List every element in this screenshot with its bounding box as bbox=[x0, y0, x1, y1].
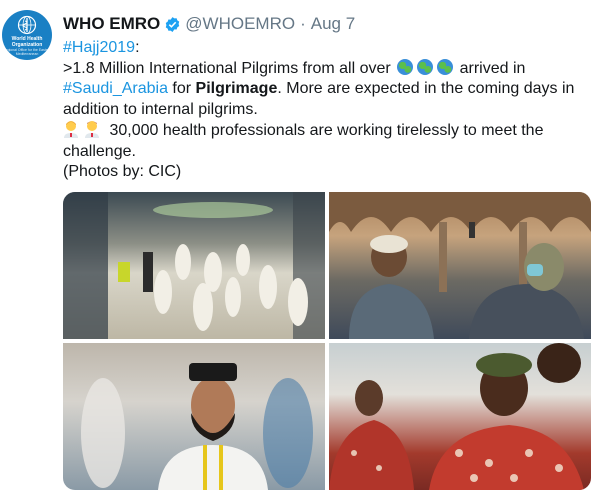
tweet-header: WHO EMRO @WHOEMRO · Aug 7 bbox=[63, 13, 355, 35]
hashtag-saudi-link[interactable]: #Saudi_Arabia bbox=[63, 80, 168, 97]
globe-asia-australia-icon bbox=[437, 58, 454, 75]
tweet-text: #Hajj2019: >1.8 Million International Pi… bbox=[63, 38, 593, 183]
globe-europe-africa-icon bbox=[397, 58, 414, 75]
avatar-office-name: Regional Office for the Eastern Mediterr… bbox=[3, 47, 51, 56]
photos-credit: (Photos by: CIC) bbox=[63, 163, 182, 180]
man-health-worker-icon bbox=[84, 120, 100, 138]
portrait-illustration bbox=[81, 363, 313, 490]
pilgrims-illustration bbox=[329, 343, 584, 490]
tweet[interactable]: World Health Organization Regional Offic… bbox=[0, 0, 600, 496]
avatar-org-name: World Health Organization bbox=[11, 35, 43, 48]
photo-pilgrims-patterned-robes[interactable] bbox=[329, 343, 591, 490]
woman-health-worker-icon bbox=[63, 120, 79, 138]
tweet-line-health: 30,000 health professionals are working … bbox=[63, 120, 593, 162]
avatar[interactable]: World Health Organization Regional Offic… bbox=[2, 10, 52, 60]
verified-badge-icon bbox=[166, 16, 180, 32]
separator-dot: · bbox=[300, 14, 306, 33]
crowd-illustration bbox=[63, 192, 325, 339]
pilgrimage-text: Pilgrimage bbox=[195, 80, 278, 97]
health-professionals-text: 30,000 health professionals are working … bbox=[63, 122, 544, 160]
hashtag-hajj-link[interactable]: #Hajj2019 bbox=[63, 39, 135, 56]
pilgrims-text: >1.8 Million International Pilgrims from… bbox=[63, 59, 391, 77]
photo-crowd-pilgrims[interactable] bbox=[63, 192, 325, 339]
who-emblem-icon bbox=[17, 15, 37, 34]
tweet-date[interactable]: Aug 7 bbox=[311, 14, 355, 34]
tweet-line-pilgrims: >1.8 Million International Pilgrims from… bbox=[63, 58, 593, 121]
account-handle[interactable]: @WHOEMRO bbox=[185, 14, 295, 34]
tweet-line-hashtag: #Hajj2019: bbox=[63, 38, 593, 59]
arches-illustration bbox=[329, 192, 591, 339]
globe-americas-icon bbox=[417, 58, 434, 75]
arrived-text: arrived in bbox=[459, 59, 526, 77]
photo-pilgrim-taking-picture[interactable] bbox=[329, 192, 591, 339]
account-name[interactable]: WHO EMRO bbox=[63, 14, 160, 34]
for-text: for bbox=[167, 80, 196, 97]
photo-health-worker-portrait[interactable] bbox=[63, 343, 325, 490]
hashtag-colon: : bbox=[135, 39, 140, 56]
media-grid bbox=[63, 192, 591, 490]
